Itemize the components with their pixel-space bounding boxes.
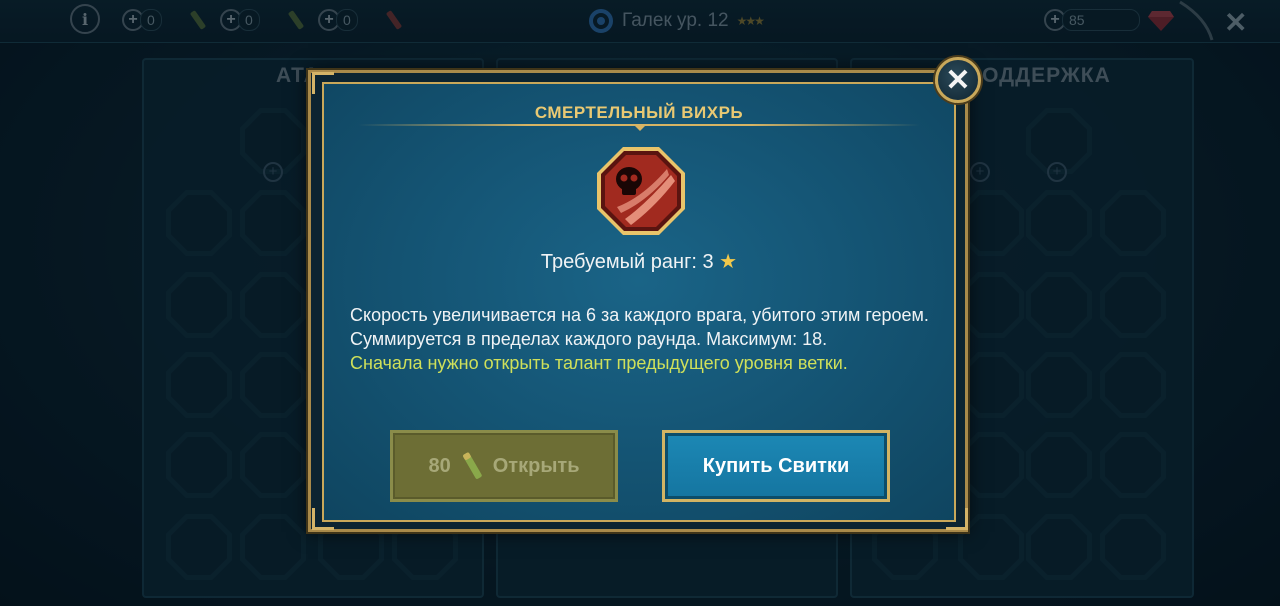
frame-corner [946,508,968,530]
close-dialog-button[interactable]: ✕ [935,57,981,103]
buy-scrolls-button[interactable]: Купить Свитки [662,430,890,502]
title-divider-arrow [633,124,647,131]
required-rank-label: Требуемый ранг: 3 [540,251,714,273]
open-cost: 80 [428,454,451,477]
unlock-warning: Сначала нужно открыть талант предыдущего… [350,353,848,373]
talent-effect-text: Скорость увеличивается на 6 за каждого в… [350,305,929,349]
frame-corner [312,72,334,94]
frame-corner [312,508,334,530]
star-icon: ★ [719,251,738,273]
buy-scrolls-label: Купить Свитки [702,454,850,477]
talent-description: Скорость увеличивается на 6 за каждого в… [350,303,940,375]
open-talent-button[interactable]: 80 Открыть [390,430,618,502]
dialog-title: СМЕРТЕЛЬНЫЙ ВИХРЬ [534,103,744,122]
scroll-green-icon [462,452,482,479]
open-label: Открыть [492,454,580,477]
required-rank: Требуемый ранг: 3 ★ [322,249,956,274]
skull-slash-icon [597,147,685,235]
